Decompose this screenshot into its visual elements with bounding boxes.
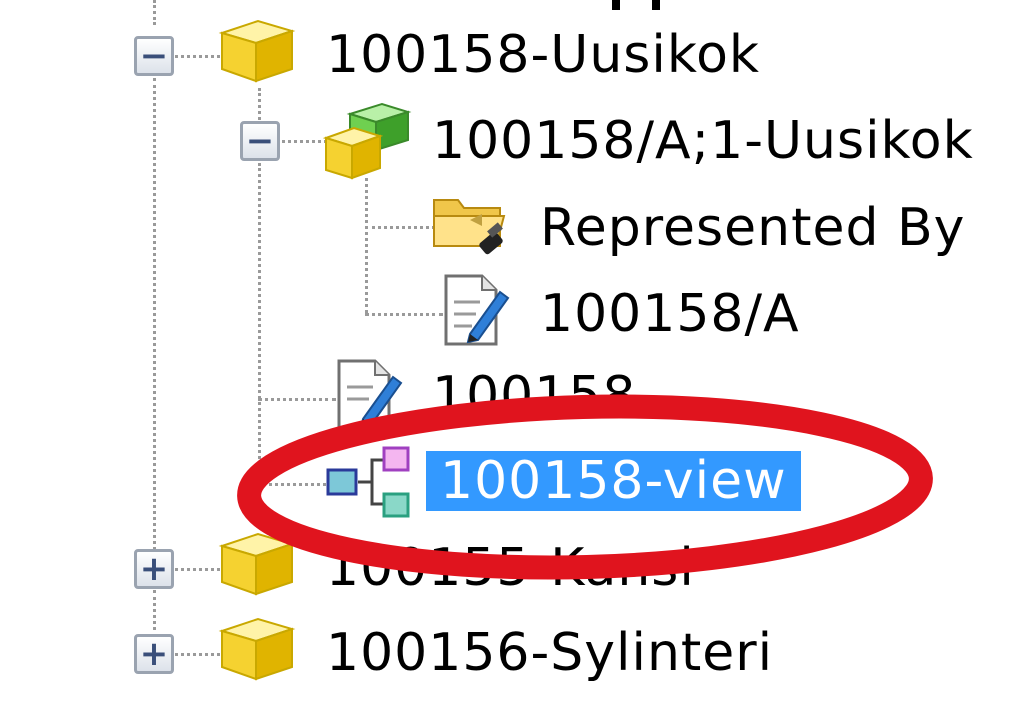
tree-item-label[interactable]: 100158 xyxy=(432,366,637,426)
partial-item-above xyxy=(612,0,620,10)
collapse-toggle-100158-uusikok[interactable]: − xyxy=(134,36,174,76)
tree-connector-line xyxy=(175,55,220,58)
document-pencil-icon xyxy=(444,274,510,346)
tree-connector-line xyxy=(175,653,220,656)
tree-connector-line xyxy=(365,178,368,313)
tree-item-label[interactable]: 100158/A xyxy=(540,284,800,344)
tree-connector-line xyxy=(365,226,435,229)
tree-item-label[interactable]: Represented By xyxy=(540,198,965,258)
tree-connector-line xyxy=(282,140,327,143)
tree-item-label[interactable]: 100158/A;1-Uusikok xyxy=(432,111,974,171)
tree-connector-line xyxy=(153,78,156,550)
tree-connector-line xyxy=(258,483,326,486)
folder-link-icon xyxy=(433,199,506,255)
collapse-toggle-100158-a1-uusikok[interactable]: − xyxy=(240,121,280,161)
tree-connector-line xyxy=(258,88,261,120)
document-pencil-icon xyxy=(337,359,403,431)
yellow-cube-icon xyxy=(218,617,296,681)
yellow-cube-icon xyxy=(218,19,296,83)
expand-toggle-100155-kansi[interactable]: + xyxy=(134,549,174,589)
partial-item-above xyxy=(652,0,660,10)
tree-connector-line xyxy=(153,590,156,630)
tree-item-label[interactable]: 100155-Kansi xyxy=(326,538,695,598)
expand-toggle-100156-sylinteri[interactable]: + xyxy=(134,634,174,674)
tree-connector-line xyxy=(258,163,261,483)
revision-cubes-icon xyxy=(322,102,412,180)
yellow-cube-icon xyxy=(218,532,296,596)
tree-item-label[interactable]: 100158-Uusikok xyxy=(326,25,760,85)
structure-view-icon xyxy=(326,446,410,518)
tree-connector-line xyxy=(365,313,443,316)
tree-connector-line xyxy=(175,568,220,571)
tree-item-label-selected[interactable]: 100158-view xyxy=(426,451,801,511)
tree-item-label[interactable]: 100156-Sylinteri xyxy=(326,623,773,683)
tree-connector-line xyxy=(258,398,336,401)
tree-view: − − + + 100158-Uusikok 100158/A;1-Uusiko… xyxy=(0,0,1024,703)
tree-connector-line xyxy=(153,0,156,25)
